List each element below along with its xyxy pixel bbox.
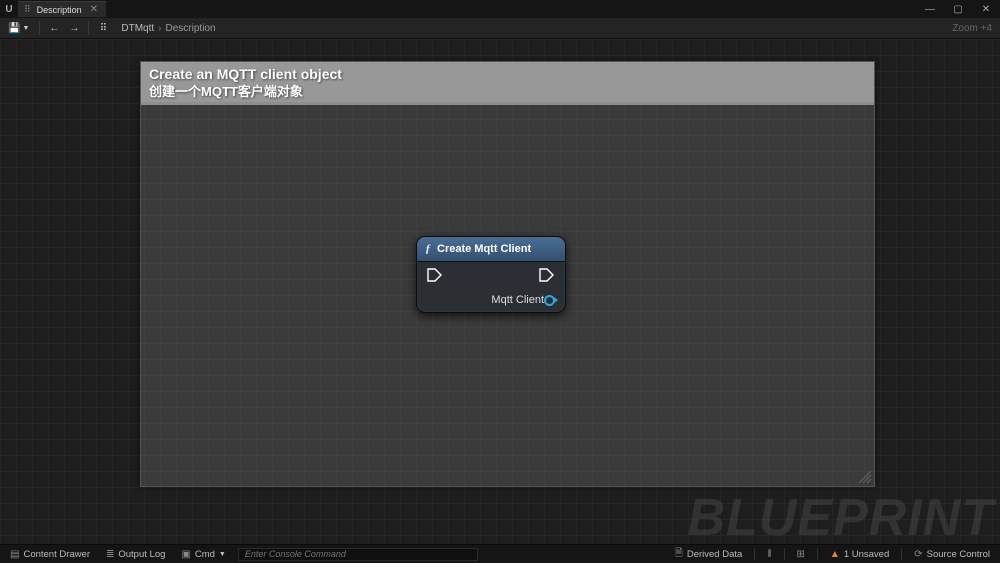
statusbar-divider <box>901 548 902 560</box>
log-icon: ≣ <box>106 549 114 560</box>
node-exec-row <box>417 262 565 288</box>
statusbar-divider <box>784 548 785 560</box>
source-control-label: Source Control <box>927 549 990 560</box>
jobs-button[interactable]: ⊞ <box>793 547 809 562</box>
unsaved-label: 1 Unsaved <box>844 549 889 560</box>
function-icon: ƒ <box>425 241 431 256</box>
graph-viewport[interactable]: BLUEPRINT Create an MQTT client object 创… <box>0 39 1000 544</box>
comment-header[interactable]: Create an MQTT client object 创建一个MQTT客户端… <box>141 62 874 105</box>
content-drawer-button[interactable]: ▤ Content Drawer <box>6 547 94 562</box>
node-output-row: Mqtt Client <box>417 288 565 312</box>
maximize-button[interactable]: ▢ <box>944 0 972 18</box>
statusbar-divider <box>754 548 755 560</box>
nav-back-button[interactable]: ← <box>46 20 62 37</box>
chevron-down-icon: ▼ <box>219 551 226 558</box>
breadcrumb-item[interactable]: DTMqtt <box>121 23 154 34</box>
blueprint-tab-icon: ⠿ <box>24 4 31 15</box>
titlebar: U ⠿ Description ✕ — ▢ ✕ <box>0 0 1000 18</box>
node-title: Create Mqtt Client <box>437 243 531 255</box>
tab-close-icon[interactable]: ✕ <box>88 5 100 15</box>
output-log-button[interactable]: ≣ Output Log <box>102 547 169 562</box>
comment-subtitle: 创建一个MQTT客户端对象 <box>149 84 866 100</box>
window-controls: — ▢ ✕ <box>916 0 1000 18</box>
pin-ring-icon <box>544 295 555 306</box>
source-control-button[interactable]: ⟳ Source Control <box>910 547 994 562</box>
statusbar-divider <box>817 548 818 560</box>
chevron-right-icon: › <box>158 23 161 34</box>
output-pin-label: Mqtt Client <box>491 294 544 306</box>
jobs-icon: ⊞ <box>797 549 805 560</box>
unsaved-button[interactable]: ▲ 1 Unsaved <box>826 547 893 562</box>
nav-forward-button[interactable]: → <box>66 20 82 37</box>
toolbar-divider <box>88 21 89 35</box>
hierarchy-icon[interactable]: ⠿ <box>95 20 111 37</box>
toolbar-divider <box>39 21 40 35</box>
drawer-icon: ▤ <box>10 549 19 560</box>
chevron-down-icon: ▼ <box>22 25 29 32</box>
minimize-button[interactable]: — <box>916 0 944 18</box>
tab-label: Description <box>37 5 82 15</box>
breadcrumb: DTMqtt › Description <box>121 23 215 34</box>
statusbar: ▤ Content Drawer ≣ Output Log ▣ Cmd ▼ 🗎 … <box>0 544 1000 563</box>
zoom-label: Zoom +4 <box>952 23 996 34</box>
derived-data-icon: 🗎 <box>675 546 683 563</box>
cmd-icon: ▣ <box>181 549 190 560</box>
comment-title: Create an MQTT client object <box>149 66 866 84</box>
breadcrumb-item-current[interactable]: Description <box>166 23 216 34</box>
exec-input-pin[interactable] <box>427 268 443 282</box>
object-output-pin[interactable] <box>544 295 555 306</box>
cmd-selector[interactable]: ▣ Cmd ▼ <box>177 547 229 562</box>
source-control-icon: ⟳ <box>914 549 922 560</box>
save-icon: 💾 <box>8 23 20 34</box>
node-create-mqtt-client[interactable]: ƒ Create Mqtt Client Mqtt Client <box>416 236 566 313</box>
content-drawer-label: Content Drawer <box>23 549 90 560</box>
tab-description[interactable]: ⠿ Description ✕ <box>18 1 106 17</box>
toolbar: 💾 ▼ ← → ⠿ DTMqtt › Description Zoom +4 <box>0 18 1000 39</box>
output-log-label: Output Log <box>118 549 165 560</box>
cmd-label: Cmd <box>195 549 215 560</box>
save-button[interactable]: 💾 ▼ <box>4 20 33 37</box>
stats-icon: ⫴ <box>767 549 771 560</box>
console-input[interactable] <box>238 548 478 561</box>
unsaved-indicator-icon: ▲ <box>830 549 840 560</box>
derived-data-label: Derived Data <box>687 549 742 560</box>
close-button[interactable]: ✕ <box>972 0 1000 18</box>
resize-handle[interactable] <box>857 469 873 485</box>
stats-button[interactable]: ⫴ <box>763 547 775 562</box>
derived-data-button[interactable]: 🗎 Derived Data <box>671 547 747 562</box>
exec-output-pin[interactable] <box>539 268 555 282</box>
node-header[interactable]: ƒ Create Mqtt Client <box>417 237 565 262</box>
app-logo-icon: U <box>0 0 18 18</box>
